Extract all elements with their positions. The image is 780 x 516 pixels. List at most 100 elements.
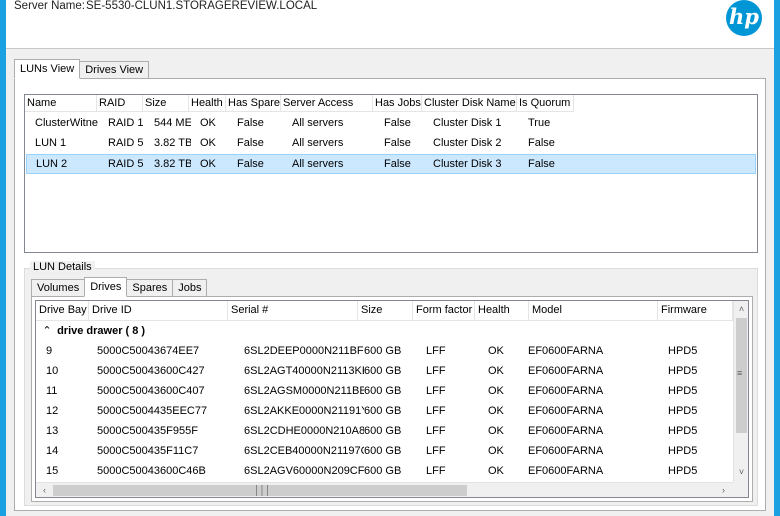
- lun-row-selected[interactable]: LUN 2 RAID 5 3.82 TB OK False All server…: [26, 154, 756, 174]
- lun-raid: RAID 1: [108, 117, 144, 129]
- lun-has-spare: False: [237, 137, 264, 149]
- col-server-access[interactable]: Server Access: [281, 95, 373, 112]
- lun-has-jobs: False: [384, 158, 411, 170]
- lun-raid: RAID 5: [108, 137, 144, 149]
- drive-row[interactable]: 11 5000C50043600C407 6SL2AGSM0000N211BE1 60…: [36, 381, 713, 401]
- scroll-up-arrow-icon[interactable]: ˄: [734, 302, 748, 317]
- lun-server-access: All servers: [292, 137, 344, 149]
- drive-firmware: HPD5: [668, 445, 698, 457]
- lun-server-access: All servers: [292, 117, 344, 129]
- lun-has-spare: False: [237, 117, 264, 129]
- col-cluster-disk-name[interactable]: Cluster Disk Name: [422, 95, 517, 112]
- drive-row[interactable]: 15 5000C50043600C46B 6SL2AGV60000N209CF1 60…: [36, 461, 713, 481]
- col-name[interactable]: Name: [25, 95, 97, 112]
- lun-has-jobs: False: [384, 137, 411, 149]
- drive-grid[interactable]: Drive Bay Drive ID Serial # Size Form fa…: [35, 300, 749, 498]
- col-has-jobs[interactable]: Has Jobs: [373, 95, 422, 112]
- drive-form-factor: LFF: [426, 405, 446, 417]
- lun-cluster-disk-name: Cluster Disk 3: [433, 158, 502, 170]
- tab-drives[interactable]: Drives: [84, 277, 128, 297]
- drive-firmware: HPD5: [668, 465, 698, 477]
- server-name-value: SE-5530-CLUN1.STORAGEREVIEW.LOCAL: [86, 0, 318, 12]
- group-header-drive-drawer[interactable]: ⌃ drive drawer ( 8 ): [36, 321, 145, 341]
- tab-drives-view[interactable]: Drives View: [79, 61, 150, 79]
- lun-has-spare: False: [237, 158, 264, 170]
- drive-drive-id: 5000C5004435EEC77: [97, 405, 208, 417]
- lun-size: 544 ME: [154, 117, 191, 129]
- drive-drive-bay: 12: [46, 405, 59, 417]
- drive-firmware: HPD5: [668, 345, 698, 357]
- vertical-scrollbar[interactable]: ˄ ≡ ˅: [733, 301, 748, 482]
- drive-firmware: HPD5: [668, 365, 698, 377]
- drive-serial: 6SL2AKKE0000N21191Y: [244, 405, 364, 417]
- drive-firmware: HPD5: [668, 385, 698, 397]
- col-health[interactable]: Health: [475, 301, 529, 321]
- server-name-row: Server Name:SE-5530-CLUN1.STORAGEREVIEW.…: [14, 0, 317, 12]
- col-form-factor[interactable]: Form factor: [413, 301, 475, 321]
- drive-row[interactable]: 13 5000C500435F955F 6SL2CDHE0000N210A8N 600…: [36, 421, 713, 441]
- tab-jobs[interactable]: Jobs: [172, 279, 208, 297]
- drive-serial: 6SL2AGT40000N2113KE: [244, 365, 364, 377]
- col-size[interactable]: Size: [143, 95, 189, 112]
- horizontal-scrollbar[interactable]: ‹ │││ ›: [36, 482, 733, 497]
- drive-size: 600 GB: [364, 465, 402, 477]
- drive-health: OK: [488, 445, 504, 457]
- lun-server-access: All servers: [292, 158, 344, 170]
- drive-serial: 6SL2CDHE0000N210A8N: [244, 425, 364, 437]
- col-model[interactable]: Model: [529, 301, 658, 321]
- drive-drive-id: 5000C50043600C407: [97, 385, 205, 397]
- lun-health: OK: [200, 117, 216, 129]
- col-raid[interactable]: RAID: [97, 95, 143, 112]
- drive-form-factor: LFF: [426, 345, 446, 357]
- col-serial[interactable]: Serial #: [228, 301, 358, 321]
- col-size[interactable]: Size: [358, 301, 413, 321]
- collapse-chevron-icon[interactable]: ⌃: [40, 321, 54, 341]
- drive-row[interactable]: 10 5000C50043600C427 6SL2AGT40000N2113KE 60…: [36, 361, 713, 381]
- tab-spares[interactable]: Spares: [126, 279, 174, 297]
- drive-health: OK: [488, 385, 504, 397]
- drive-drive-id: 5000C50043600C46B: [97, 465, 206, 477]
- lun-health: OK: [200, 158, 216, 170]
- drive-drive-bay: 10: [46, 365, 59, 377]
- scroll-left-arrow-icon[interactable]: ‹: [37, 483, 52, 497]
- drive-size: 600 GB: [364, 425, 402, 437]
- luns-view-page: Name RAID Size Health Has Spare Server A…: [14, 78, 766, 511]
- scroll-right-arrow-icon[interactable]: ›: [716, 483, 731, 497]
- col-health[interactable]: Health: [189, 95, 226, 112]
- tab-volumes[interactable]: Volumes: [31, 279, 86, 297]
- drive-row[interactable]: 12 5000C5004435EEC77 6SL2AKKE0000N21191Y 60…: [36, 401, 713, 421]
- drive-size: 600 GB: [364, 365, 402, 377]
- hscroll-grip-icon: │││: [254, 485, 271, 495]
- drive-drive-id: 5000C500435F955F: [97, 425, 198, 437]
- col-firmware[interactable]: Firmware: [658, 301, 733, 321]
- drive-drive-bay: 11: [46, 385, 58, 397]
- group-label: drive drawer ( 8 ): [57, 325, 146, 337]
- drive-row[interactable]: 14 5000C500435F11C7 6SL2CEB40000N21197G 600…: [36, 441, 713, 461]
- col-is-quorum[interactable]: Is Quorum: [517, 95, 574, 112]
- drive-form-factor: LFF: [426, 465, 446, 477]
- drive-serial: 6SL2DEEP0000N211BFEI: [244, 345, 364, 357]
- lun-list[interactable]: Name RAID Size Health Has Spare Server A…: [24, 94, 758, 253]
- drive-health: OK: [488, 405, 504, 417]
- drive-row[interactable]: 9 5000C50043674EE7 6SL2DEEP0000N211BFEI 600…: [36, 341, 713, 361]
- lun-row[interactable]: ClusterWitne RAID 1 544 ME OK False All …: [26, 114, 576, 134]
- col-has-spare[interactable]: Has Spare: [226, 95, 281, 112]
- col-drive-bay[interactable]: Drive Bay: [36, 301, 89, 321]
- drive-drive-bay: 15: [46, 465, 59, 477]
- drive-model: EF0600FARNA: [528, 345, 604, 357]
- drive-serial: 6SL2CEB40000N21197G: [244, 445, 364, 457]
- scroll-grip-icon: ≡: [737, 368, 743, 378]
- drive-drive-bay: 14: [46, 445, 59, 457]
- scroll-down-arrow-icon[interactable]: ˅: [734, 465, 748, 480]
- drive-serial: 6SL2AGSM0000N211BE1: [244, 385, 364, 397]
- drive-grid-header: Drive Bay Drive ID Serial # Size Form fa…: [36, 301, 733, 321]
- hp-logo: hp: [726, 0, 762, 36]
- tab-luns-view[interactable]: LUNs View: [14, 59, 81, 79]
- lun-row[interactable]: LUN 1 RAID 5 3.82 TB OK False All server…: [26, 134, 576, 154]
- window-frame-right: [774, 0, 780, 516]
- lun-raid: RAID 5: [108, 158, 144, 170]
- lun-health: OK: [200, 137, 216, 149]
- drive-size: 600 GB: [364, 405, 402, 417]
- col-drive-id[interactable]: Drive ID: [89, 301, 228, 321]
- lun-list-header: Name RAID Size Health Has Spare Server A…: [25, 95, 574, 112]
